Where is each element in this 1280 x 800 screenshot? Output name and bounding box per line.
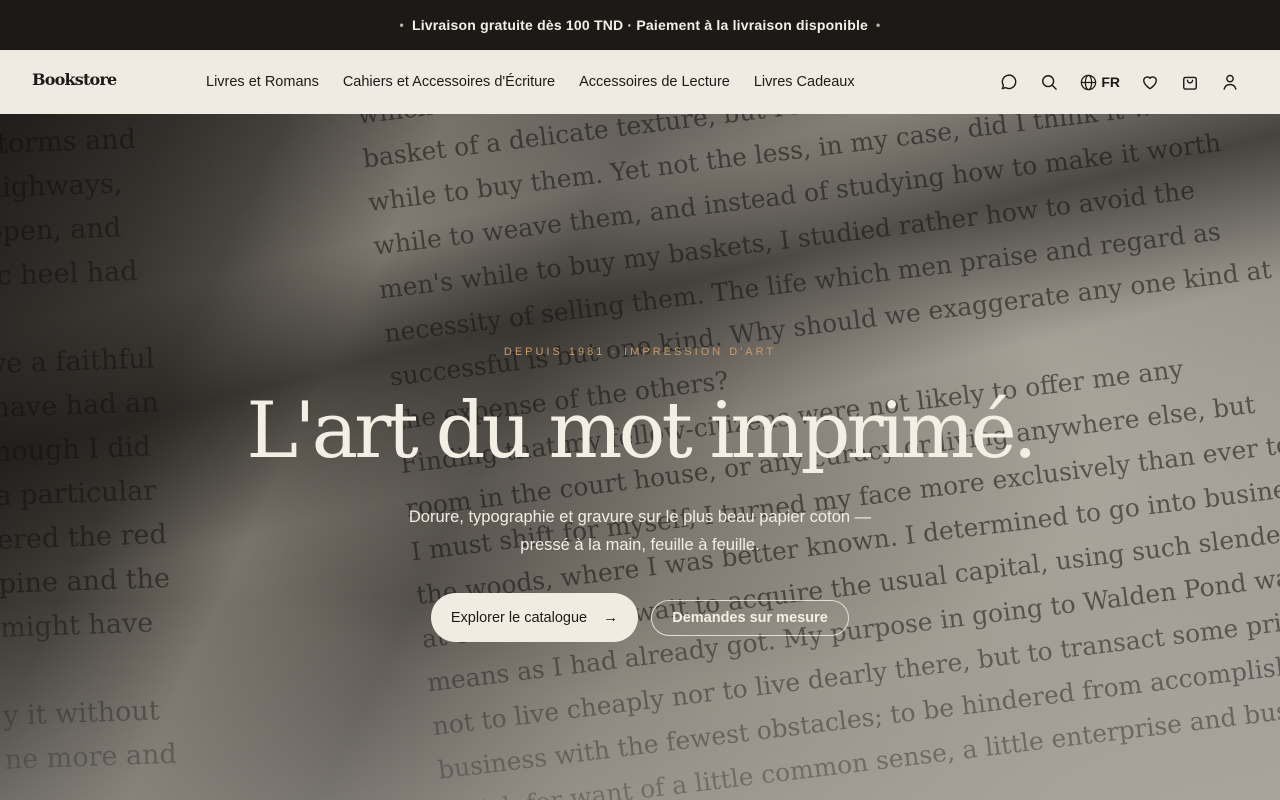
language-label: FR xyxy=(1101,74,1120,90)
menu-item-livres-romans[interactable]: Livres et Romans xyxy=(206,74,319,90)
header-actions: FR xyxy=(979,50,1240,114)
announcement-bar: • Livraison gratuite dès 100 TND · Paiem… xyxy=(0,0,1280,50)
user-icon[interactable] xyxy=(1220,72,1240,92)
search-icon[interactable] xyxy=(1039,72,1059,92)
bullet-icon: • xyxy=(399,18,404,32)
main-navigation: Bookstore Livres et Romans Cahiers et Ac… xyxy=(0,50,1280,114)
chat-icon[interactable] xyxy=(999,72,1019,92)
cart-icon[interactable] xyxy=(1180,72,1200,92)
arrow-right-icon: → xyxy=(603,609,619,626)
logo[interactable]: Bookstore xyxy=(32,70,117,89)
custom-requests-label: Demandes sur mesure xyxy=(672,610,828,626)
hero-bottom-fade xyxy=(0,600,1280,800)
globe-icon xyxy=(1081,74,1097,90)
custom-requests-button[interactable]: Demandes sur mesure xyxy=(651,600,849,636)
bullet-icon: • xyxy=(876,18,881,32)
hero-subtitle: Dorure, typographie et gravure sur le pl… xyxy=(408,508,872,554)
menu-item-accessoires-lecture[interactable]: Accessoires de Lecture xyxy=(579,74,730,90)
hero-headline: L'art du mot imprimé. xyxy=(246,386,1037,476)
heart-icon[interactable] xyxy=(1140,72,1160,92)
announcement-text: Livraison gratuite dès 100 TND · Paiemen… xyxy=(411,17,869,33)
explore-catalogue-button[interactable]: Explorer le catalogue → xyxy=(431,593,638,642)
menu-item-cahiers-accessoires[interactable]: Cahiers et Accessoires d'Écriture xyxy=(343,74,555,90)
hero-eyebrow: DEPUIS 1981 · IMPRESSION D'ART xyxy=(503,346,777,358)
primary-menu: Livres et Romans Cahiers et Accessoires … xyxy=(206,50,855,114)
explore-catalogue-label: Explorer le catalogue xyxy=(450,609,588,626)
language-selector[interactable]: FR xyxy=(1079,73,1120,92)
menu-item-livres-cadeaux[interactable]: Livres Cadeaux xyxy=(754,74,855,90)
